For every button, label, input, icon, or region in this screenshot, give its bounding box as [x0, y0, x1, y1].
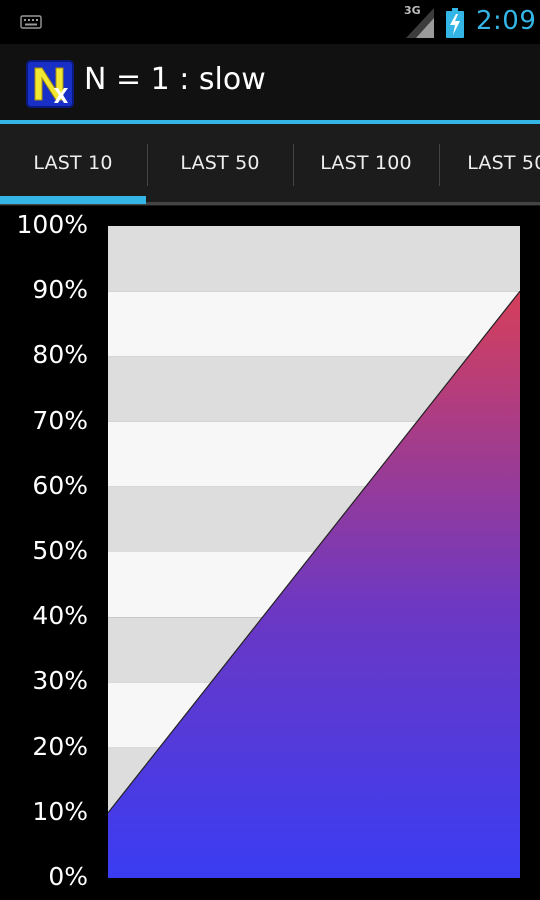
battery-charging-icon [446, 8, 464, 38]
nx-app-icon[interactable] [26, 60, 74, 108]
y-tick-label: 10% [32, 796, 88, 826]
y-tick-label: 50% [32, 536, 88, 565]
status-bar: 3G 2:09 [0, 0, 540, 44]
network-type-label: 3G [404, 4, 421, 17]
tab-last-10[interactable]: LAST 10 [0, 124, 146, 206]
selected-tab-indicator [0, 196, 146, 204]
y-tick-label: 100% [16, 210, 88, 239]
y-tick-label: 0% [48, 862, 88, 891]
y-tick-label: 30% [32, 666, 88, 696]
tab-label: LAST 100 [320, 152, 412, 174]
y-tick-label: 20% [32, 731, 88, 761]
tab-label: LAST 500 [467, 152, 540, 174]
action-bar: N = 1 : slow [0, 44, 540, 122]
keyboard-icon [20, 15, 42, 29]
page-title: N = 1 : slow [84, 62, 266, 97]
y-tick-label: 70% [32, 405, 88, 435]
tab-last-100[interactable]: LAST 100 [293, 124, 439, 206]
area-chart [108, 226, 520, 878]
tab-label: LAST 50 [180, 152, 260, 174]
y-tick-label: 90% [32, 275, 88, 305]
grid-band [108, 226, 520, 292]
status-clock: 2:09 [476, 6, 537, 36]
tab-label: LAST 10 [33, 152, 113, 174]
y-tick-label: 80% [32, 340, 88, 370]
grid-band [108, 291, 520, 357]
tab-strip: LAST 10 LAST 50 LAST 100 LAST 500 [0, 124, 540, 206]
y-tick-label: 60% [32, 470, 88, 500]
y-tick-label: 40% [32, 601, 88, 631]
tab-last-500[interactable]: LAST 500 [440, 124, 540, 206]
tab-last-50[interactable]: LAST 50 [147, 124, 293, 206]
